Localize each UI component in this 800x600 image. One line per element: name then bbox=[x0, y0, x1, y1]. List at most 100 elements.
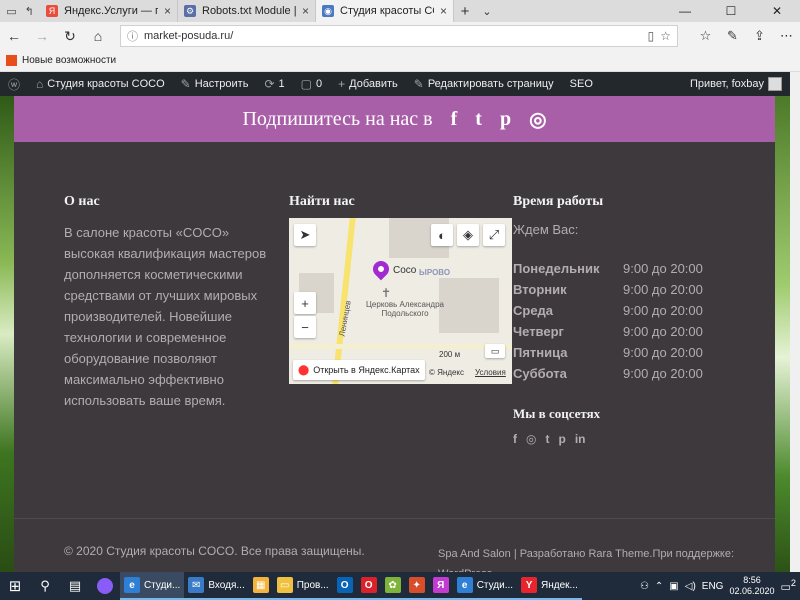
taskbar-app-tool[interactable]: ✦ bbox=[404, 572, 429, 600]
geolocation-icon[interactable]: ➤ bbox=[294, 224, 316, 246]
tab-label: Robots.txt Module | Semper bbox=[202, 5, 296, 17]
zoom-out-button[interactable]: − bbox=[294, 316, 316, 338]
church-icon: ✝ bbox=[381, 286, 392, 300]
traffic-icon[interactable]: ◐ bbox=[431, 224, 453, 246]
folder-icon: ▭ bbox=[276, 577, 293, 593]
refresh-icon[interactable]: ↻ bbox=[56, 22, 84, 50]
tab-list-chevron-down-icon[interactable]: ⌄ bbox=[476, 0, 498, 22]
favorites-item-new-features[interactable]: Новые возможности bbox=[22, 55, 116, 66]
pen-icon[interactable]: ✎ bbox=[719, 22, 746, 50]
site-info-icon[interactable]: ⓘ bbox=[127, 28, 138, 44]
twitter-icon[interactable]: t bbox=[475, 108, 482, 131]
notifications-icon[interactable]: ▭2 bbox=[781, 578, 797, 594]
more-icon[interactable]: ⋯ bbox=[773, 22, 800, 50]
tab-coco-studio[interactable]: ◉ Студия красоты COCO × bbox=[316, 0, 454, 22]
taskbar-app-yandex-browser[interactable]: Я bbox=[428, 572, 453, 600]
linkedin-icon[interactable]: in bbox=[575, 432, 586, 446]
tab-yandex-services[interactable]: Я Яндекс.Услуги — поиск усл × bbox=[40, 0, 178, 22]
wp-seo[interactable]: SEO bbox=[562, 72, 601, 96]
tab-set-aside-icon[interactable]: ↰ bbox=[25, 5, 34, 18]
map-district-label: ЫРОВО bbox=[419, 268, 451, 277]
page-scrollbar[interactable] bbox=[790, 72, 800, 572]
open-in-yandex-maps-button[interactable]: ⬤ Открыть в Яндекс.Картах bbox=[293, 360, 425, 380]
tray-chevron-up-icon[interactable]: ⌃ bbox=[655, 581, 663, 592]
fullscreen-icon[interactable]: ⤢ bbox=[483, 224, 505, 246]
taskbar-app-edge-2[interactable]: e Студи... bbox=[452, 572, 518, 600]
taskbar-app-paint[interactable]: ✿ bbox=[380, 572, 405, 600]
instagram-icon[interactable]: ◎ bbox=[526, 432, 536, 446]
wp-admin-bar: ⓦ ⌂ Студия красоты COCO ✎ Настроить ⟳ 1 ▢ 0 … bbox=[0, 72, 790, 96]
twitter-icon[interactable]: t bbox=[545, 432, 549, 446]
wp-edit-page[interactable]: ✎ Редактировать страницу bbox=[406, 72, 562, 96]
url-input[interactable] bbox=[144, 30, 642, 42]
taskbar-app-store[interactable]: ▦ bbox=[248, 572, 273, 600]
hours-row: Четверг 9:00 до 20:00 bbox=[513, 324, 703, 339]
map-terms-link[interactable]: Условия bbox=[475, 368, 506, 377]
tab-robots-module[interactable]: ⚙ Robots.txt Module | Semper × bbox=[178, 0, 316, 22]
favorites-hub-icon[interactable]: ☆ bbox=[692, 22, 719, 50]
people-icon[interactable]: ⚇ bbox=[640, 581, 649, 592]
minimize-button[interactable]: — bbox=[662, 0, 708, 22]
map-pin-icon[interactable] bbox=[369, 257, 393, 281]
yandex-map[interactable]: ➤ ◐ ◈ ⤢ + − Coco ✝ Церковь Александра По… bbox=[289, 218, 512, 384]
home-icon[interactable]: ⌂ bbox=[84, 22, 112, 50]
wp-site-name[interactable]: ⌂ Студия красоты COCO bbox=[28, 72, 173, 96]
forward-arrow-icon[interactable]: → bbox=[28, 22, 56, 50]
share-icon[interactable]: ⇪ bbox=[746, 22, 773, 50]
layers-icon[interactable]: ◈ bbox=[457, 224, 479, 246]
close-icon[interactable]: × bbox=[440, 4, 447, 18]
url-field[interactable]: ⓘ ▯ ☆ bbox=[120, 25, 678, 47]
wp-add-new[interactable]: + Добавить bbox=[330, 72, 406, 96]
taskbar-app-explorer[interactable]: ▭ Пров... bbox=[272, 572, 333, 600]
map-block bbox=[439, 278, 499, 333]
pinterest-icon[interactable]: p bbox=[558, 432, 565, 446]
back-arrow-icon[interactable]: ← bbox=[0, 22, 28, 50]
tab-actions[interactable]: ▭ ↰ bbox=[0, 0, 40, 22]
taskbar-app-yandex[interactable]: Y Яндек... bbox=[517, 572, 582, 600]
close-icon[interactable]: × bbox=[164, 4, 171, 18]
map-copyright: © Яндекс bbox=[429, 368, 465, 377]
tab-label: Студия красоты COCO bbox=[340, 5, 434, 17]
facebook-icon[interactable]: f bbox=[513, 432, 517, 446]
reading-view-icon[interactable]: ▯ bbox=[648, 29, 655, 43]
find-us-title: Найти нас bbox=[289, 194, 355, 209]
alice-assistant-icon[interactable] bbox=[90, 572, 120, 600]
taskbar-app-opera[interactable]: O bbox=[356, 572, 381, 600]
page-viewport: Подпишитесь на нас в f t p ◎ О нас В сал… bbox=[0, 96, 790, 572]
background-image bbox=[0, 96, 14, 572]
taskbar-app-edge[interactable]: e Студи... bbox=[120, 572, 185, 600]
start-windows-icon[interactable]: ⊞ bbox=[0, 572, 30, 600]
search-icon[interactable]: ⚲ bbox=[30, 572, 60, 600]
hours-title: Время работы bbox=[513, 194, 604, 209]
taskbar-app-outlook[interactable]: O bbox=[332, 572, 357, 600]
zoom-in-button[interactable]: + bbox=[294, 292, 316, 314]
network-icon[interactable]: ▣ bbox=[669, 581, 678, 592]
taskbar-app-mail[interactable]: ✉ Входя... bbox=[184, 572, 249, 600]
wp-customize[interactable]: ✎ Настроить bbox=[173, 72, 257, 96]
wp-updates[interactable]: ⟳ 1 bbox=[256, 72, 292, 96]
maximize-button[interactable]: ☐ bbox=[708, 0, 754, 22]
social-subscribe-strip: Подпишитесь на нас в f t p ◎ bbox=[14, 96, 775, 142]
favorites-bar: Новые возможности bbox=[0, 50, 800, 72]
clock[interactable]: 8:56 02.06.2020 bbox=[729, 575, 774, 597]
facebook-icon[interactable]: f bbox=[451, 108, 458, 131]
close-icon[interactable]: × bbox=[302, 4, 309, 18]
hours-row: Среда 9:00 до 20:00 bbox=[513, 303, 703, 318]
favorite-star-icon[interactable]: ☆ bbox=[660, 29, 671, 43]
volume-icon[interactable]: ◁) bbox=[685, 581, 696, 592]
pinterest-icon[interactable]: p bbox=[500, 108, 511, 131]
close-window-button[interactable]: ✕ bbox=[754, 0, 800, 22]
refresh-icon: ⟳ bbox=[264, 77, 275, 91]
instagram-icon[interactable]: ◎ bbox=[529, 107, 546, 132]
outlook-icon: O bbox=[336, 577, 353, 593]
new-tab-button[interactable]: + bbox=[454, 0, 476, 22]
wp-logo-icon[interactable]: ⓦ bbox=[0, 72, 28, 96]
language-indicator[interactable]: ENG bbox=[702, 581, 724, 592]
tab-preview-icon[interactable]: ▭ bbox=[6, 5, 16, 18]
hours-row: Понедельник 9:00 до 20:00 bbox=[513, 261, 703, 276]
wp-comments[interactable]: ▢ 0 bbox=[293, 72, 330, 96]
wp-user-greeting[interactable]: Привет, foxbay bbox=[682, 72, 790, 96]
task-view-icon[interactable]: ▤ bbox=[60, 572, 90, 600]
hours-row: Суббота 9:00 до 20:00 bbox=[513, 366, 703, 381]
ruler-icon[interactable]: ▭ bbox=[485, 344, 505, 358]
